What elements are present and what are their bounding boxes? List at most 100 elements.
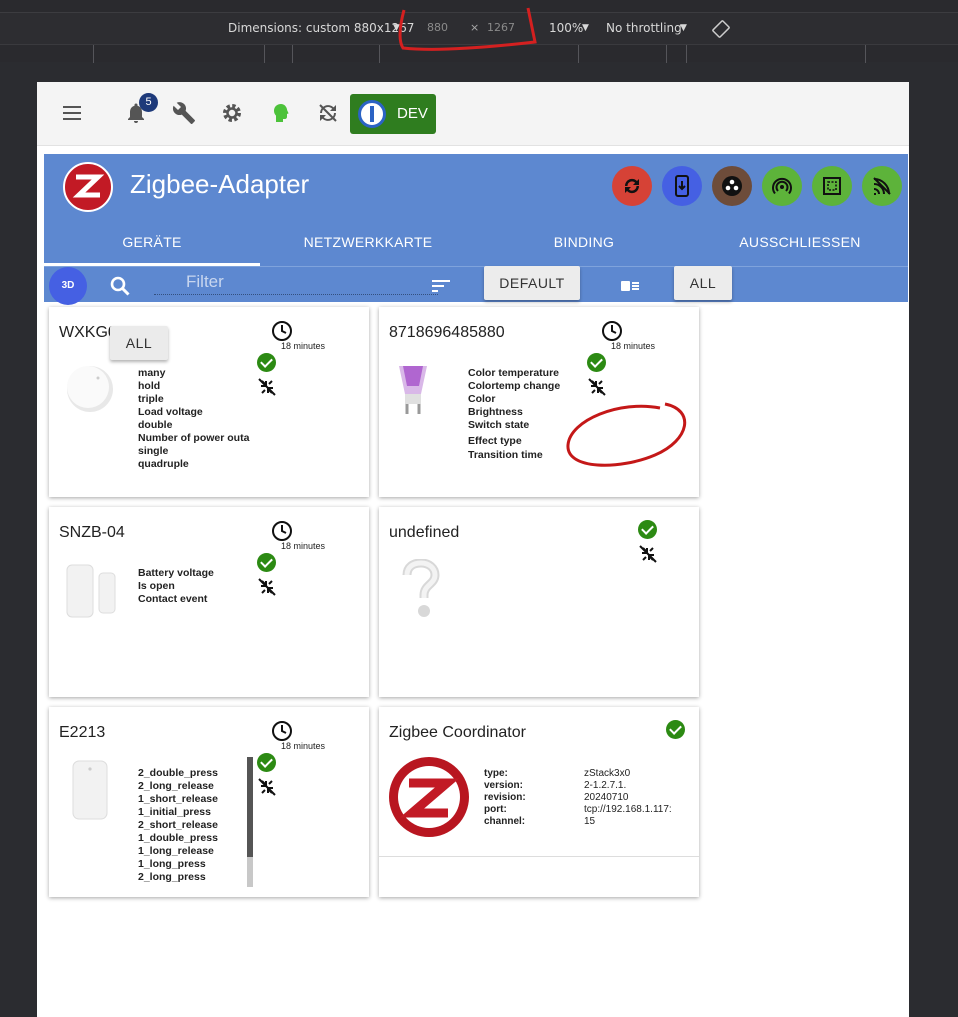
popup-all-button[interactable]: ALL: [110, 326, 168, 360]
clock-icon: [272, 321, 292, 341]
scrollbar-thumb[interactable]: [247, 757, 253, 857]
view-card-icon[interactable]: [619, 275, 641, 297]
sort-icon[interactable]: [430, 275, 452, 297]
zoom-dropdown[interactable]: 100%: [549, 21, 583, 35]
clock-icon: [272, 521, 292, 541]
device-image-bulb: [399, 366, 427, 414]
check-icon: [587, 353, 606, 372]
last-seen: 18 minutes: [281, 741, 326, 751]
signal-off-icon: [873, 177, 891, 195]
device-card[interactable]: WXKG0 18 minutes many hold triple Load v…: [49, 307, 369, 497]
info-value-type: zStack3x0: [584, 768, 631, 779]
coordinator-info: type: zStack3x0 version: 2-1.2.7.1. revisi…: [484, 768, 672, 828]
state-0: 2_double_press: [138, 767, 218, 779]
groups-button[interactable]: [712, 166, 752, 206]
adapter-header: Zigbee-Adapter GERÄTE NETZWERKKARTE BIND…: [44, 154, 908, 305]
tab-binding[interactable]: BINDING: [476, 234, 692, 266]
check-icon: [257, 353, 276, 372]
chevron-down-icon: ▼: [582, 23, 589, 33]
height-input[interactable]: 1267: [487, 21, 515, 34]
clock-icon: [602, 321, 622, 341]
link-off-icon: [639, 545, 657, 563]
info-key-port: port:: [484, 804, 507, 815]
filter-bar: 3D Filter DEFAULT ALL: [44, 266, 908, 305]
zigbee-logo: [389, 757, 469, 837]
notification-badge: 5: [139, 93, 158, 112]
device-card[interactable]: SNZB-04 18 minutes Battery voltage Is op…: [49, 507, 369, 697]
coordinator-card[interactable]: Zigbee Coordinator type: zStack3x0 versio…: [379, 707, 699, 897]
link-off-icon: [258, 778, 276, 796]
head-icon[interactable]: [268, 101, 292, 125]
info-value-revision: 20240710: [584, 792, 629, 803]
check-icon: [257, 753, 276, 772]
all-filter-button[interactable]: ALL: [674, 266, 732, 300]
state-2: triple: [138, 393, 164, 405]
state-6: Transition time: [468, 449, 543, 461]
tab-netzwerkkarte[interactable]: NETZWERKKARTE: [260, 234, 476, 266]
groups-icon: [722, 176, 742, 196]
device-name: 8718696485880: [389, 324, 505, 341]
pairing-button[interactable]: [762, 166, 802, 206]
device-card[interactable]: undefined: [379, 507, 699, 697]
device-card[interactable]: E2213 18 minutes 2_double_press 2_long_r…: [49, 707, 369, 897]
state-2: Color: [468, 393, 496, 405]
sync-disabled-icon[interactable]: [316, 101, 340, 125]
search-icon: [110, 276, 130, 296]
states-list: 2_double_press 2_long_release 1_short_re…: [138, 767, 253, 885]
dev-label: DEV: [397, 105, 428, 122]
3d-view-button[interactable]: 3D: [49, 267, 87, 305]
rotate-icon[interactable]: [711, 19, 731, 39]
scrollbar[interactable]: [247, 757, 253, 887]
dimensions-dropdown[interactable]: Dimensions: custom 880x1267: [228, 21, 414, 35]
info-value-version: 2-1.2.7.1.: [584, 780, 627, 791]
tab-geraete[interactable]: GERÄTE: [44, 234, 260, 266]
tab-ausschliessen[interactable]: AUSSCHLIESSEN: [692, 234, 908, 266]
throttle-dropdown[interactable]: No throttling: [606, 21, 682, 35]
state-0: Color temperature: [468, 367, 560, 379]
filter-input[interactable]: Filter: [154, 269, 438, 295]
dev-button[interactable]: DEV: [350, 94, 436, 134]
refresh-icon: [624, 178, 640, 194]
state-0: Battery voltage: [138, 567, 214, 579]
state-4: Switch state: [468, 419, 530, 431]
iobroker-logo: [358, 100, 386, 128]
width-input[interactable]: 880: [427, 21, 448, 34]
check-icon: [257, 553, 276, 572]
default-button[interactable]: DEFAULT: [484, 266, 580, 300]
chip-button[interactable]: [812, 166, 852, 206]
chip-icon: [823, 177, 841, 195]
state-7: quadruple: [138, 458, 189, 470]
state-3: 1_initial_press: [138, 806, 211, 818]
menu-icon[interactable]: [60, 101, 84, 125]
chevron-down-icon: ▼: [680, 23, 687, 33]
chevron-down-icon: ▼: [393, 23, 400, 33]
check-icon: [666, 720, 685, 739]
link-off-icon: [588, 378, 606, 396]
device-image-remote: [72, 760, 108, 820]
state-1: 2_long_release: [138, 780, 214, 792]
last-seen: 18 minutes: [281, 341, 326, 351]
device-card[interactable]: 8718696485880 18 minutes Color temperatu…: [379, 307, 699, 497]
ruler: [0, 44, 958, 63]
state-6: 1_long_release: [138, 845, 214, 857]
clock-icon: [272, 721, 292, 741]
divider: [379, 856, 699, 857]
wrench-icon[interactable]: [172, 101, 196, 125]
download-button[interactable]: [662, 166, 702, 206]
device-image-switch: [67, 366, 113, 412]
state-6: single: [138, 445, 169, 457]
state-8: 2_long_press: [138, 871, 206, 883]
state-7: 1_long_press: [138, 858, 206, 870]
gear-icon[interactable]: [220, 101, 244, 125]
refresh-button[interactable]: [612, 166, 652, 206]
device-name: undefined: [389, 524, 460, 541]
state-4: 2_short_release: [138, 819, 218, 831]
signal-button[interactable]: [862, 166, 902, 206]
state-3: Brightness: [468, 406, 523, 418]
info-key-version: version:: [484, 780, 523, 791]
last-seen: 18 minutes: [281, 541, 326, 551]
info-key-revision: revision:: [484, 792, 526, 803]
state-5: 1_double_press: [138, 832, 218, 844]
device-image-contact-sensor: [66, 564, 116, 618]
state-5: Effect type: [468, 435, 522, 447]
